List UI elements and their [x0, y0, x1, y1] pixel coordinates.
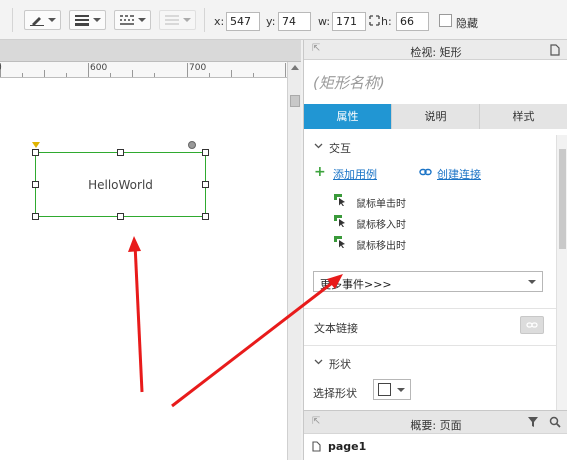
- scroll-up-icon[interactable]: [291, 65, 299, 70]
- resize-handle-w[interactable]: [32, 181, 39, 188]
- add-case-link[interactable]: 添加用例: [333, 166, 377, 182]
- line-style-button[interactable]: [114, 10, 151, 30]
- resize-handle-s[interactable]: [117, 213, 124, 220]
- event-item[interactable]: 鼠标移入时: [356, 216, 406, 231]
- rotate-handle[interactable]: [188, 141, 196, 149]
- rectangle-widget[interactable]: HelloWorld: [35, 152, 206, 217]
- overview-header: ⇱ 概要: 页面: [304, 410, 567, 434]
- event-item[interactable]: 鼠标移出时: [356, 237, 406, 252]
- event-icon: [334, 215, 345, 227]
- scroll-thumb[interactable]: [290, 95, 300, 107]
- chevron-down-icon[interactable]: [314, 359, 323, 365]
- line-style-icon: [120, 15, 134, 25]
- plus-icon[interactable]: +: [314, 164, 326, 180]
- y-label: y:: [266, 15, 276, 28]
- resize-handle-ne[interactable]: [202, 149, 209, 156]
- h-label: h:: [381, 15, 392, 28]
- resize-handle-nw[interactable]: [32, 149, 39, 156]
- interaction-section-title: 交互: [329, 142, 351, 155]
- toolbar-separator: [12, 8, 13, 32]
- more-events-value: 更多事件>>>: [320, 278, 392, 291]
- chain-link-icon: [526, 322, 538, 328]
- ruler-mark: 600: [90, 63, 108, 73]
- inspector-panel: ⇱ 检视: 矩形 (矩形名称) 属性 说明 样式 交互 + 添加用例 创建连接 …: [303, 40, 567, 410]
- y-field[interactable]: [278, 12, 311, 31]
- chain-link-icon: [419, 168, 432, 176]
- divider: [304, 308, 556, 309]
- event-icon: [334, 194, 345, 206]
- anchor-marker-icon: [32, 142, 40, 148]
- x-field[interactable]: [226, 12, 260, 31]
- search-icon[interactable]: [549, 416, 561, 428]
- widget-text: HelloWorld: [88, 177, 153, 192]
- lock-ratio-icon[interactable]: [369, 15, 380, 26]
- text-link-button[interactable]: [520, 316, 544, 334]
- text-link-label: 文本链接: [314, 322, 358, 335]
- chevron-down-icon: [397, 388, 405, 392]
- ruler-mark: 0: [0, 63, 2, 73]
- resize-handle-se[interactable]: [202, 213, 209, 220]
- overview-panel: ⇱ 概要: 页面 page1: [303, 410, 567, 460]
- hide-label: 隐藏: [456, 17, 478, 30]
- list-style-icon: [165, 15, 179, 25]
- pen-color-icon: [30, 17, 44, 26]
- rectangle-shape-icon: [378, 383, 391, 396]
- canvas-area[interactable]: 0 600 700 80 HelloWorld: [0, 40, 301, 460]
- event-item[interactable]: 鼠标单击时: [356, 195, 406, 210]
- list-style-button[interactable]: [159, 10, 196, 30]
- toolbar: x: y: w: h: 隐藏: [0, 0, 567, 40]
- resize-handle-e[interactable]: [202, 181, 209, 188]
- canvas-tab-bar: [0, 40, 301, 62]
- toolbar-separator: [204, 8, 205, 32]
- w-field[interactable]: [332, 12, 366, 31]
- page-icon[interactable]: [550, 44, 560, 56]
- chevron-down-icon[interactable]: [314, 143, 323, 149]
- line-weight-icon: [75, 15, 89, 26]
- divider: [304, 345, 556, 346]
- inspector-tabs: 属性 说明 样式: [304, 104, 567, 129]
- ruler-mark: 700: [189, 63, 207, 73]
- chevron-down-icon: [528, 280, 536, 284]
- w-label: w:: [318, 15, 331, 28]
- page-list-item[interactable]: page1: [328, 440, 366, 453]
- shape-section-title: 形状: [329, 358, 351, 371]
- page-icon: [312, 441, 321, 452]
- event-icon: [334, 236, 345, 248]
- canvas-vertical-scrollbar[interactable]: [287, 62, 301, 460]
- select-shape-label: 选择形状: [313, 387, 357, 400]
- more-events-select[interactable]: 更多事件>>>: [313, 271, 543, 292]
- inspector-scrollbar[interactable]: [556, 135, 567, 410]
- select-shape-button[interactable]: [373, 379, 411, 400]
- h-field[interactable]: [396, 12, 429, 31]
- shape-name-field[interactable]: (矩形名称): [313, 72, 385, 93]
- horizontal-ruler: 0 600 700 80: [0, 62, 287, 78]
- create-link-link[interactable]: 创建连接: [437, 166, 481, 182]
- resize-handle-sw[interactable]: [32, 213, 39, 220]
- hide-checkbox[interactable]: [439, 14, 452, 27]
- tab-properties[interactable]: 属性: [304, 104, 392, 129]
- inspector-header: ⇱ 检视: 矩形: [304, 40, 567, 60]
- resize-handle-n[interactable]: [117, 149, 124, 156]
- pen-color-button[interactable]: [24, 10, 61, 30]
- tab-style[interactable]: 样式: [480, 104, 567, 129]
- tab-notes[interactable]: 说明: [392, 104, 480, 129]
- filter-icon[interactable]: [528, 417, 540, 428]
- scroll-thumb[interactable]: [559, 149, 566, 249]
- inspector-title: 检视: 矩形: [410, 46, 462, 59]
- line-weight-button[interactable]: [69, 10, 106, 30]
- x-label: x:: [214, 15, 225, 28]
